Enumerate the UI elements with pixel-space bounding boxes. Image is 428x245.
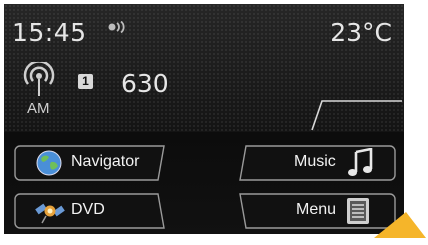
button-panel: Navigator Music DVD Menu xyxy=(4,132,404,234)
display-frame: 15:45 23°C AM 1 630 Navigator Music DVD … xyxy=(4,4,404,234)
radio-frequency: 630 xyxy=(121,69,169,98)
radio-band: AM xyxy=(27,100,50,117)
music-label: Music xyxy=(294,153,336,170)
globe-icon xyxy=(34,149,64,182)
music-button[interactable]: Music xyxy=(236,145,396,181)
menu-list-icon xyxy=(346,197,370,230)
status-panel: 15:45 23°C AM 1 630 xyxy=(4,4,404,132)
temperature-readout: 23°C xyxy=(330,18,392,47)
satellite-icon xyxy=(34,196,66,231)
cursor-arrow-icon xyxy=(370,208,428,245)
clock: 15:45 xyxy=(12,18,87,47)
preset-badge: 1 xyxy=(78,74,93,89)
connection-status-icon xyxy=(107,20,129,38)
navigator-label: Navigator xyxy=(71,153,140,170)
dvd-label: DVD xyxy=(71,201,105,218)
radio-antenna-icon xyxy=(22,60,56,103)
navigator-button[interactable]: Navigator xyxy=(14,145,174,181)
music-note-icon xyxy=(346,147,374,183)
menu-label: Menu xyxy=(296,201,337,218)
dvd-button[interactable]: DVD xyxy=(14,193,174,229)
car-head-unit-screen: 15:45 23°C AM 1 630 Navigator Music DVD … xyxy=(0,0,428,240)
